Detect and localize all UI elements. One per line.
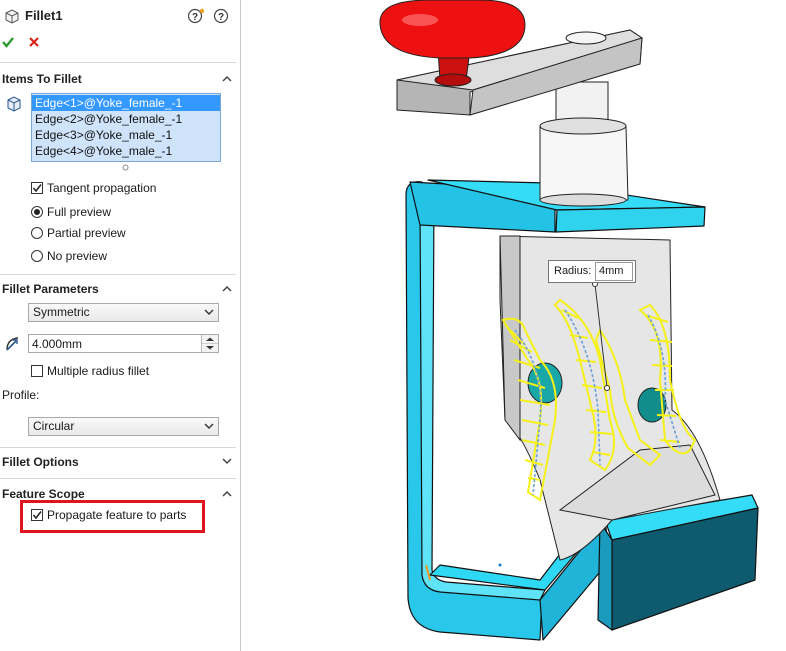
items-to-fillet-header: Items To Fillet [2,72,82,86]
radius-input[interactable]: 4.000mm [28,334,219,353]
chevron-down-icon [204,423,214,429]
profile-label: Profile: [2,388,40,402]
radius-icon [6,337,19,351]
origin-marker [498,563,502,567]
chevron-down-icon [204,309,214,315]
profile-dropdown[interactable]: Circular [28,417,219,436]
clamp-assembly-model [379,0,759,641]
no-preview-radio[interactable] [31,250,43,262]
cancel-x-icon[interactable] [28,36,40,48]
fillet-options-header[interactable]: Fillet Options [2,455,79,469]
whats-wrong-help-icon[interactable]: ? [188,8,206,24]
edge-list-item[interactable]: Edge<1>@Yoke_female_-1 [32,95,220,111]
svg-text:?: ? [218,12,224,23]
partial-preview-label: Partial preview [47,226,126,240]
radius-callout-label: Radius: [554,265,592,277]
edge-list-item[interactable]: Edge<3>@Yoke_male_-1 [32,127,220,143]
ok-check-icon[interactable] [1,35,15,49]
screw-shaft-part [539,81,629,207]
feature-scope-header: Feature Scope [2,487,85,501]
collapse-chevron-up-icon[interactable] [220,487,234,501]
tangent-propagation-checkbox[interactable] [31,182,43,194]
radius-callout-input[interactable]: 4mm [595,262,633,281]
collapse-chevron-up-icon[interactable] [220,72,234,86]
radius-value: 4.000mm [32,337,83,351]
fillet-type-value: Symmetric [33,305,90,319]
radius-callout-value: 4mm [599,265,624,277]
partial-preview-radio[interactable] [31,227,43,239]
profile-value: Circular [33,419,75,433]
edge-list-item[interactable]: Edge<2>@Yoke_female_-1 [32,111,220,127]
full-preview-radio[interactable] [31,206,43,218]
fillet-parameters-header: Fillet Parameters [2,282,99,296]
svg-text:?: ? [192,12,198,23]
help-icon[interactable]: ? [213,8,229,24]
expand-chevron-down-icon[interactable] [220,454,234,468]
list-resize-handle[interactable] [122,164,129,171]
panel-title: Fillet1 [25,8,63,23]
graphics-viewport[interactable]: Radius: 4mm [241,0,786,651]
separator [0,274,236,275]
fillet-type-dropdown[interactable]: Symmetric [28,303,219,322]
tangent-propagation-label: Tangent propagation [47,181,157,195]
separator [0,478,236,479]
multiple-radius-label: Multiple radius fillet [47,364,150,378]
full-preview-label: Full preview [47,205,112,219]
propagate-feature-checkbox[interactable] [31,509,43,521]
property-manager-panel: Fillet1 ? ? Items To Fillet Edge<1>@Yoke… [0,0,247,651]
radius-callout[interactable]: Radius: 4mm [548,260,636,283]
collapse-chevron-up-icon[interactable] [220,282,234,296]
edge-list-item[interactable]: Edge<4>@Yoke_male_-1 [32,143,220,159]
multiple-radius-checkbox[interactable] [31,365,43,377]
no-preview-label: No preview [47,249,108,263]
separator [0,62,236,63]
radius-spinner[interactable] [201,335,218,352]
separator [0,447,236,448]
edge-selection-cube-icon [7,96,21,112]
propagate-feature-label: Propagate feature to parts [47,508,187,522]
edges-selection-list[interactable]: Edge<1>@Yoke_female_-1 Edge<2>@Yoke_femal… [31,93,221,162]
fillet-feature-icon [5,9,19,24]
